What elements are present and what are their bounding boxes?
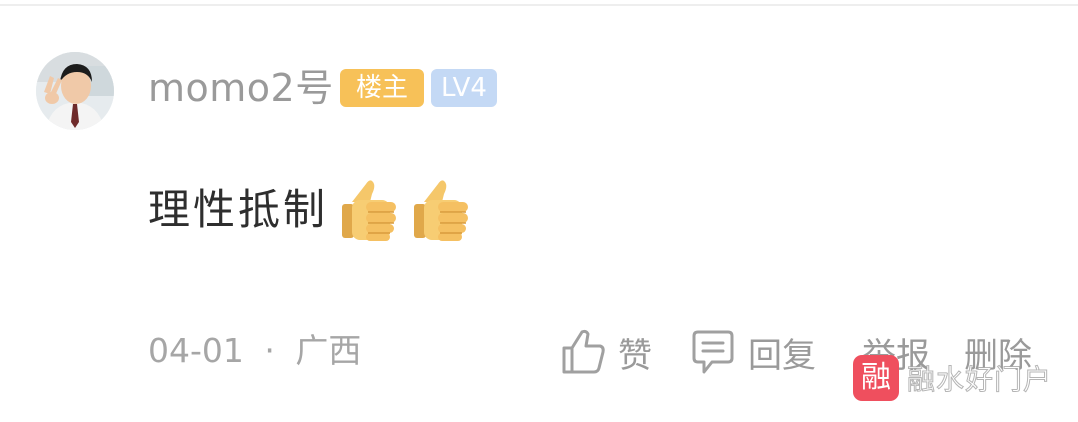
host-badge: 楼主 bbox=[340, 69, 424, 107]
comment-date: 04-01 bbox=[148, 331, 244, 370]
thumbs-up-emoji bbox=[338, 178, 400, 242]
top-divider bbox=[0, 4, 1078, 6]
comment-content: 理性抵制 bbox=[148, 178, 472, 242]
avatar[interactable] bbox=[36, 52, 114, 130]
comment-card: momo2号 楼主 LV4 理性抵制 04-01 · 广西 赞 回复 举报 删除… bbox=[0, 0, 1078, 422]
watermark-logo: 融 bbox=[853, 355, 899, 401]
username[interactable]: momo2号 bbox=[148, 62, 334, 114]
watermark-text: 融水好门户 bbox=[906, 363, 1053, 397]
watermark: 融 融水好门户 bbox=[853, 354, 1052, 402]
reply-button[interactable]: 回复 bbox=[690, 326, 816, 378]
like-button[interactable]: 赞 bbox=[560, 326, 652, 378]
thumbs-up-icon bbox=[560, 328, 606, 376]
comment-text: 理性抵制 bbox=[148, 185, 329, 234]
reply-label: 回复 bbox=[748, 335, 816, 376]
like-label: 赞 bbox=[618, 335, 652, 376]
meta-separator: · bbox=[264, 331, 275, 370]
thumbs-up-emoji bbox=[410, 178, 472, 242]
level-badge: LV4 bbox=[431, 69, 497, 107]
comment-location: 广西 bbox=[295, 331, 362, 370]
comment-meta: 04-01 · 广西 bbox=[148, 328, 361, 374]
comment-icon bbox=[690, 328, 736, 376]
